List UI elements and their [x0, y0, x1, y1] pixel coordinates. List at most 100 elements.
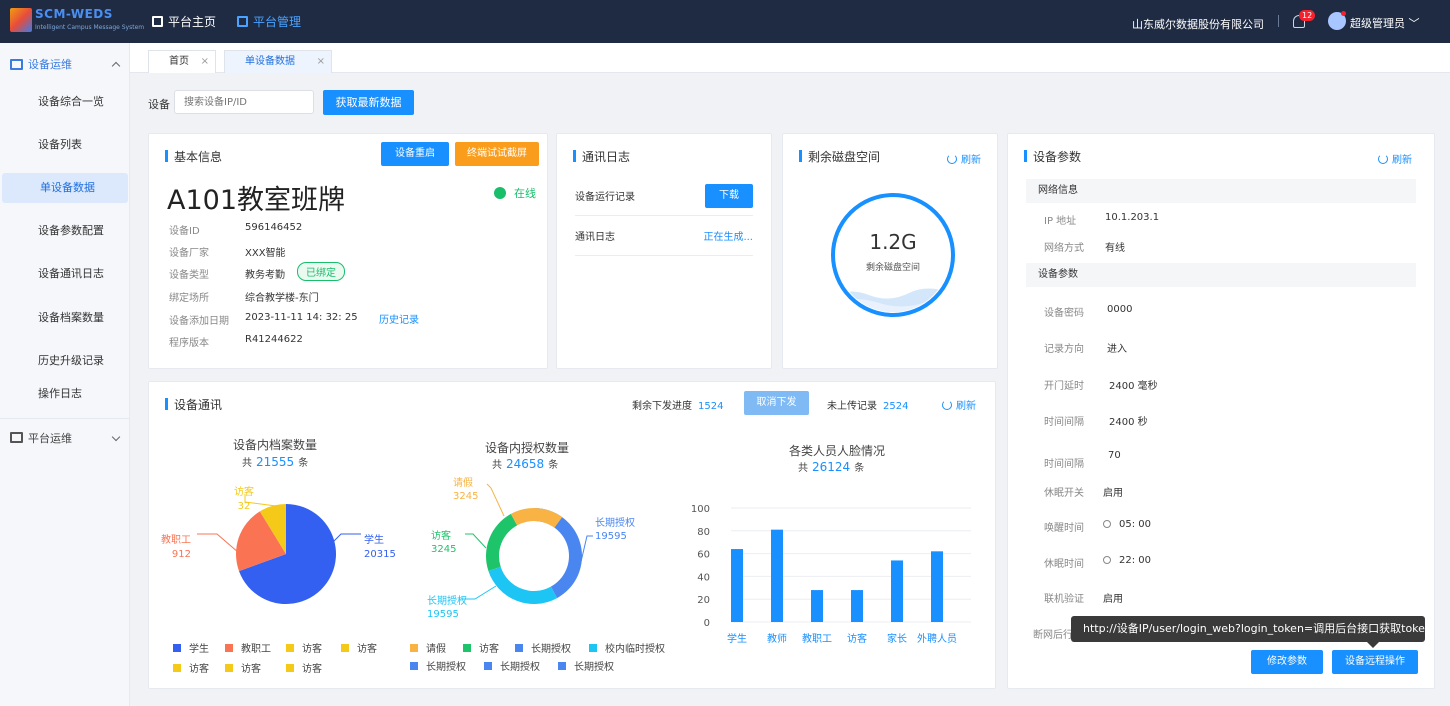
- slice-name-label: 访客: [431, 529, 451, 542]
- device-search-input[interactable]: [174, 90, 314, 114]
- refresh-icon: [1378, 153, 1388, 164]
- tab-single-device[interactable]: 单设备数据 ×: [224, 50, 332, 73]
- sidebar-item-comm-log[interactable]: 设备通讯日志: [0, 259, 130, 289]
- params-refresh[interactable]: 刷新: [1378, 151, 1412, 166]
- fetch-latest-button[interactable]: 获取最新数据: [323, 90, 414, 115]
- total-value: 24658: [506, 457, 545, 471]
- bar-4[interactable]: [891, 560, 903, 622]
- legend-label: 请假: [426, 644, 446, 655]
- label-password: 设备密码: [1044, 308, 1084, 319]
- remain-progress: 剩余下发进度 1524: [632, 397, 723, 412]
- legend-item[interactable]: 长期授权: [558, 658, 614, 673]
- disk-refresh[interactable]: 刷新: [947, 151, 981, 166]
- legend-item[interactable]: 长期授权: [515, 640, 571, 655]
- panel-title: 设备通讯: [165, 396, 222, 413]
- close-icon[interactable]: ×: [317, 51, 325, 72]
- chevron-down-icon: ﹀: [1408, 17, 1420, 30]
- total-suffix: 条: [298, 458, 309, 469]
- sidebar-item-param-config[interactable]: 设备参数配置: [0, 216, 130, 246]
- net-section-header: 网络信息: [1026, 179, 1416, 203]
- cancel-dispatch-button[interactable]: 取消下发: [744, 391, 809, 415]
- clock-icon: [1103, 556, 1111, 564]
- sidebar-item-overview[interactable]: 设备综合一览: [0, 87, 130, 117]
- legend-item[interactable]: 长期授权: [484, 658, 540, 673]
- legend-item[interactable]: 访客: [341, 640, 377, 655]
- sidebar-group-label: 平台运维: [28, 431, 72, 445]
- label-location: 绑定场所: [169, 293, 209, 304]
- comm-log-label: 通讯日志: [575, 232, 615, 243]
- legend-swatch: [225, 643, 233, 652]
- remain-label: 剩余下发进度: [632, 401, 692, 412]
- nav-home-label: 平台主页: [168, 15, 217, 29]
- donut-slice-1[interactable]: [488, 566, 558, 604]
- panel-title: 设备参数: [1024, 148, 1081, 165]
- nav-platform-manage[interactable]: 平台管理: [237, 13, 301, 30]
- donut-slice-2[interactable]: [486, 513, 518, 571]
- restart-button[interactable]: 设备重启: [381, 142, 449, 166]
- legend-item[interactable]: 访客: [173, 660, 209, 675]
- value-add-date: 2023-11-11 14: 32: 25: [245, 312, 358, 323]
- label-net-mode: 网络方式: [1044, 243, 1084, 254]
- bar-0[interactable]: [731, 549, 743, 622]
- donut-slice-3[interactable]: [510, 508, 563, 528]
- remote-operate-button[interactable]: 设备远程操作: [1332, 650, 1418, 674]
- value-device-id: 596146452: [245, 222, 303, 233]
- generating-link[interactable]: 正在生成...: [703, 228, 753, 243]
- download-button[interactable]: 下载: [705, 183, 753, 208]
- bar-5[interactable]: [931, 551, 943, 622]
- legend-item[interactable]: 访客: [286, 640, 322, 655]
- slice-name-label: 学生: [364, 533, 384, 546]
- device-comm-panel: 设备通讯 剩余下发进度 1524 取消下发 未上传记录 2524 刷新 设备内档案数…: [148, 381, 996, 689]
- chart1-pie: 学生20315教职工912访客32: [161, 485, 396, 604]
- tab-home[interactable]: 首页 ×: [148, 50, 216, 73]
- y-tick-label: 80: [697, 527, 710, 538]
- refresh-label: 刷新: [956, 401, 976, 412]
- legend-item[interactable]: 请假: [410, 640, 446, 655]
- sidebar-item-operation-log[interactable]: 操作日志: [0, 379, 130, 409]
- status-text: 在线: [514, 187, 536, 200]
- legend-item[interactable]: 访客: [225, 660, 261, 675]
- bar-2[interactable]: [811, 590, 823, 622]
- legend-swatch: [558, 661, 566, 670]
- label-sleep-time: 休眠时间: [1044, 559, 1084, 570]
- screenshot-button[interactable]: 终端试试截屏: [455, 142, 539, 166]
- logo[interactable]: SCM-WEDS Intelligent Campus Message Syst…: [10, 6, 144, 36]
- y-tick-label: 0: [704, 618, 710, 629]
- bar-3[interactable]: [851, 590, 863, 622]
- value-direction: 进入: [1107, 344, 1127, 355]
- sidebar-item-archive-count[interactable]: 设备档案数量: [0, 303, 130, 333]
- bound-badge: 已绑定: [297, 262, 345, 281]
- modify-params-button[interactable]: 修改参数: [1251, 650, 1323, 674]
- clock-icon: [1103, 520, 1111, 528]
- slice-value-label: 3245: [431, 544, 456, 555]
- sidebar-item-single-device[interactable]: 单设备数据: [2, 173, 128, 203]
- legend-swatch: [173, 663, 181, 672]
- legend-item[interactable]: 校内临时授权: [589, 640, 665, 655]
- bar-1[interactable]: [771, 529, 783, 622]
- sidebar-item-upgrade-history[interactable]: 历史升级记录: [0, 346, 130, 376]
- remain-value: 1524: [698, 401, 724, 412]
- slice-value-label: 912: [172, 549, 191, 560]
- legend-item[interactable]: 学生: [173, 640, 209, 655]
- user-menu[interactable]: 超级管理员 ﹀: [1350, 15, 1420, 31]
- close-icon[interactable]: ×: [201, 51, 209, 72]
- slice-name-label: 请假: [453, 476, 473, 489]
- value-ip: 10.1.203.1: [1105, 212, 1160, 223]
- total-prefix: 共: [242, 458, 252, 469]
- sidebar-group-platform-ops[interactable]: 平台运维: [0, 418, 130, 456]
- history-link[interactable]: 历史记录: [379, 311, 419, 326]
- leader-line: [486, 483, 505, 517]
- legend-item[interactable]: 长期授权: [410, 658, 466, 673]
- legend-label: 访客: [302, 644, 322, 655]
- slice-value-label: 3245: [453, 491, 478, 502]
- legend-item[interactable]: 教职工: [225, 640, 271, 655]
- legend-item[interactable]: 访客: [463, 640, 499, 655]
- sidebar-group-device-ops[interactable]: 设备运维: [0, 45, 130, 83]
- legend-swatch: [173, 643, 181, 652]
- leader-line: [465, 533, 487, 549]
- y-tick-label: 20: [697, 595, 710, 606]
- comm-refresh[interactable]: 刷新: [942, 397, 976, 412]
- legend-item[interactable]: 访客: [286, 660, 322, 675]
- nav-home[interactable]: 平台主页: [152, 13, 216, 30]
- sidebar-item-device-list[interactable]: 设备列表: [0, 130, 130, 160]
